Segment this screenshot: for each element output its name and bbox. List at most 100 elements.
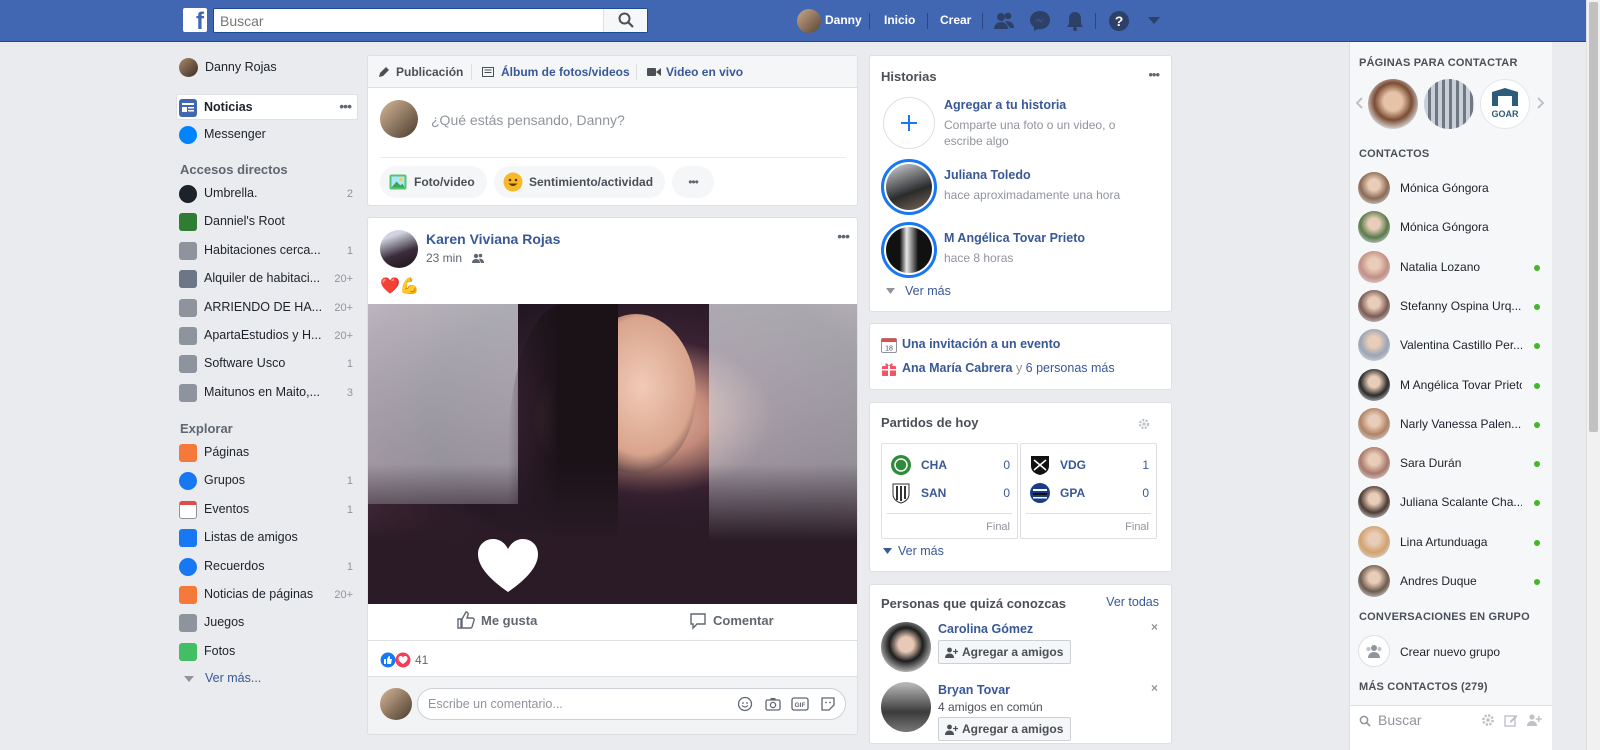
post-options-icon[interactable]: •••	[837, 228, 850, 244]
gif-icon[interactable]: GIF	[791, 696, 809, 712]
create-group-button[interactable]: Crear nuevo grupo	[1358, 635, 1543, 669]
tab-publicacion[interactable]: Publicación	[396, 65, 463, 79]
camera-icon[interactable]	[765, 696, 781, 712]
sidebar-item-explore[interactable]: Grupos 1	[176, 467, 358, 493]
story-ring[interactable]	[881, 159, 937, 215]
notifications-bell-icon[interactable]	[1064, 10, 1086, 32]
profile-avatar[interactable]	[179, 58, 198, 77]
profile-name[interactable]: Danny Rojas	[205, 60, 277, 74]
like-button[interactable]: Me gusta	[368, 604, 613, 636]
profile-link[interactable]: Danny	[825, 13, 862, 27]
see-more-link[interactable]: Ver más...	[205, 671, 261, 685]
facebook-logo-icon[interactable]: f	[183, 8, 207, 32]
matches-see-more[interactable]: Ver más	[898, 544, 944, 558]
page-avatar[interactable]	[1368, 79, 1418, 129]
pymk-avatar[interactable]	[881, 682, 931, 732]
comment-input[interactable]: Escribe un comentario...	[428, 697, 563, 711]
pymk-see-all[interactable]: Ver todas	[1106, 595, 1159, 609]
event-invitation-link[interactable]: Una invitación a un evento	[902, 337, 1060, 351]
tab-live-video[interactable]: Video en vivo	[666, 65, 743, 79]
sidebar-item-shortcut[interactable]: Umbrella. 2	[176, 180, 358, 206]
pymk-name[interactable]: Carolina Gómez	[938, 622, 1033, 636]
sidebar-item-explore[interactable]: Recuerdos 1	[176, 553, 358, 579]
contact-item[interactable]: Juliana Scalante Cha...	[1358, 483, 1543, 521]
emoji-icon[interactable]	[737, 696, 753, 712]
post-author-name[interactable]: Karen Viviana Rojas	[426, 231, 560, 247]
birthday-person-link[interactable]: Ana María Cabrera	[902, 361, 1012, 375]
contact-item[interactable]: Valentina Castillo Per...	[1358, 326, 1543, 364]
scrollbar-thumb[interactable]	[1589, 2, 1598, 432]
match-box[interactable]: CHA 0 SAN 0 Final	[881, 443, 1018, 539]
sidebar-item-explore[interactable]: Eventos 1	[176, 496, 358, 522]
photo-video-button[interactable]: Foto/video	[380, 166, 487, 198]
sidebar-item-shortcut[interactable]: ARRIENDO DE HA... 20+	[176, 294, 358, 320]
sidebar-item-noticias[interactable]: Noticias •••	[176, 94, 358, 120]
tab-album[interactable]: Álbum de fotos/videos	[501, 65, 630, 79]
contact-item[interactable]: Andres Duque	[1358, 562, 1543, 600]
stories-see-more[interactable]: Ver más	[905, 284, 951, 298]
sidebar-item-shortcut[interactable]: Software Usco 1	[176, 350, 358, 376]
help-icon[interactable]: ?	[1108, 10, 1130, 32]
reactions-count[interactable]: 41	[415, 653, 428, 667]
close-icon[interactable]: ×	[1151, 681, 1158, 695]
page-avatar[interactable]: GOAR	[1480, 79, 1530, 129]
sidebar-item-messenger[interactable]: Messenger	[176, 121, 358, 147]
feeling-activity-button[interactable]: Sentimiento/actividad	[494, 166, 665, 198]
contact-item[interactable]: Sara Durán	[1358, 444, 1543, 482]
sidebar-item-shortcut[interactable]: Alquiler de habitaci... 20+	[176, 265, 358, 291]
home-link[interactable]: Inicio	[884, 13, 915, 27]
pymk-name[interactable]: Bryan Tovar	[938, 683, 1010, 697]
comment-button[interactable]: Comentar	[613, 604, 857, 636]
sidebar-item-explore[interactable]: Fotos	[176, 638, 358, 664]
contact-item[interactable]: Lina Artunduaga	[1358, 523, 1543, 561]
search-input[interactable]	[214, 9, 604, 32]
create-link[interactable]: Crear	[940, 13, 971, 27]
messenger-icon[interactable]	[1029, 10, 1051, 32]
sidebar-item-explore[interactable]: Juegos	[176, 609, 358, 635]
contact-item[interactable]: Narly Vanessa Palen...	[1358, 405, 1543, 443]
stories-options-icon[interactable]: •••	[1148, 67, 1160, 82]
pymk-avatar[interactable]	[881, 622, 931, 672]
add-friend-button[interactable]: Agregar a amigos	[938, 640, 1071, 664]
post-photo[interactable]	[368, 304, 857, 604]
match-box[interactable]: VDG 1 GPA 0 Final	[1020, 443, 1157, 539]
sidebar-item-explore[interactable]: Páginas	[176, 439, 358, 465]
more-contacts-heading[interactable]: MÁS CONTACTOS (279)	[1359, 681, 1488, 693]
chat-search-input[interactable]: Buscar	[1378, 712, 1422, 728]
mutual-friends[interactable]: 4 amigos en común	[938, 700, 1043, 714]
add-story-title[interactable]: Agregar a tu historia	[944, 98, 1066, 112]
sidebar-item-explore[interactable]: Listas de amigos	[176, 524, 358, 550]
search-button[interactable]	[603, 9, 647, 32]
birthday-others-link[interactable]: 6 personas más	[1026, 361, 1115, 375]
contact-item[interactable]: Natalia Lozano	[1358, 248, 1543, 286]
contact-item[interactable]: M Angélica Tovar Prieto	[1358, 366, 1543, 404]
story-name[interactable]: Juliana Toledo	[944, 168, 1031, 182]
post-time[interactable]: 23 min	[426, 251, 462, 265]
story-ring[interactable]	[881, 222, 937, 278]
story-name[interactable]: M Angélica Tovar Prieto	[944, 231, 1085, 245]
sticker-icon[interactable]	[820, 696, 836, 712]
composer-input[interactable]: ¿Qué estás pensando, Danny?	[431, 112, 625, 128]
compose-icon[interactable]	[1504, 713, 1518, 727]
contact-item[interactable]: Mónica Góngora	[1358, 208, 1543, 246]
contact-item[interactable]: Mónica Góngora	[1358, 169, 1543, 207]
new-group-icon[interactable]	[1526, 713, 1542, 727]
sidebar-item-shortcut[interactable]: ApartaEstudios y H... 20+	[176, 322, 358, 348]
gear-icon[interactable]	[1138, 418, 1150, 430]
sidebar-item-explore[interactable]: Noticias de páginas 20+	[176, 581, 358, 607]
friend-requests-icon[interactable]	[993, 10, 1015, 32]
scrollbar-track[interactable]	[1586, 0, 1600, 750]
close-icon[interactable]: ×	[1151, 620, 1158, 634]
sidebar-item-shortcut[interactable]: Maitunos en Maito,... 3	[176, 379, 358, 405]
chevron-right-icon[interactable]	[1537, 97, 1544, 109]
user-avatar[interactable]	[797, 9, 821, 33]
more-actions-button[interactable]: •••	[672, 166, 714, 198]
gear-icon[interactable]	[1481, 713, 1495, 727]
page-avatar[interactable]	[1424, 79, 1474, 129]
account-menu-chevron-down-icon[interactable]	[1148, 17, 1160, 25]
add-friend-button[interactable]: Agregar a amigos	[938, 717, 1071, 741]
chevron-left-icon[interactable]	[1356, 97, 1363, 109]
comment-input-box[interactable]: Escribe un comentario... GIF	[417, 688, 846, 720]
add-story-button[interactable]	[883, 97, 935, 149]
contact-item[interactable]: Stefanny Ospina Urq...	[1358, 287, 1543, 325]
